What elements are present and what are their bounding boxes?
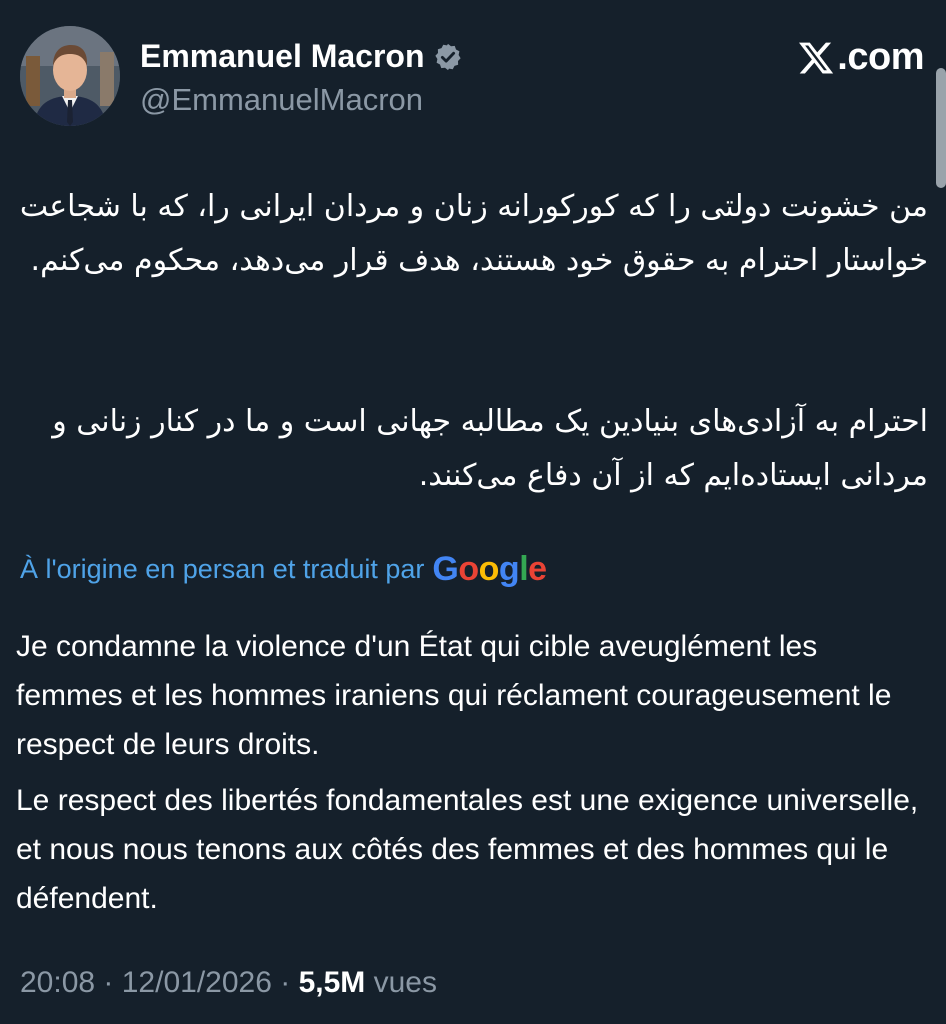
author-name-row: Emmanuel Macron [140, 38, 463, 75]
author-handle[interactable]: @EmmanuelMacron [140, 82, 423, 118]
google-logo: Google [432, 550, 547, 588]
brand-domain-suffix: .com [837, 36, 924, 78]
original-text-paragraph-1: من خشونت دولتی را که کورکورانه زنان و مر… [19, 189, 928, 278]
x-logo-icon [799, 42, 834, 73]
views-label: vues [365, 966, 437, 999]
meta-separator: · [95, 966, 122, 999]
meta-separator: · [271, 966, 299, 999]
post-date[interactable]: 12/01/2026 [122, 966, 272, 999]
x-brand-logo: .com [797, 36, 924, 79]
views-count: 5,5M [298, 966, 366, 999]
post-time[interactable]: 20:08 [20, 966, 95, 999]
original-text-paragraph-2: احترام به آزادی‌های بنیادین یک مطالبه جه… [52, 404, 928, 493]
translation-notice[interactable]: À l'origine en persan et traduit par Goo… [20, 550, 547, 589]
tweet-header: Emmanuel Macron @EmmanuelMacron .com [20, 26, 930, 126]
translation-note[interactable]: À l'origine en persan et traduit par [20, 554, 424, 585]
avatar[interactable] [20, 26, 120, 126]
scrollbar[interactable] [936, 68, 946, 188]
translated-text-paragraph-1: Je condamne la violence d'un État qui ci… [16, 630, 892, 761]
verified-badge-icon[interactable] [433, 42, 463, 72]
translated-text-paragraph-2: Le respect des libertés fondamentales es… [16, 784, 919, 915]
avatar-portrait [20, 26, 120, 126]
tweet-metadata: 20:08 · 12/01/2026 · 5,5M vues [20, 966, 437, 1000]
author-name[interactable]: Emmanuel Macron [140, 38, 425, 75]
